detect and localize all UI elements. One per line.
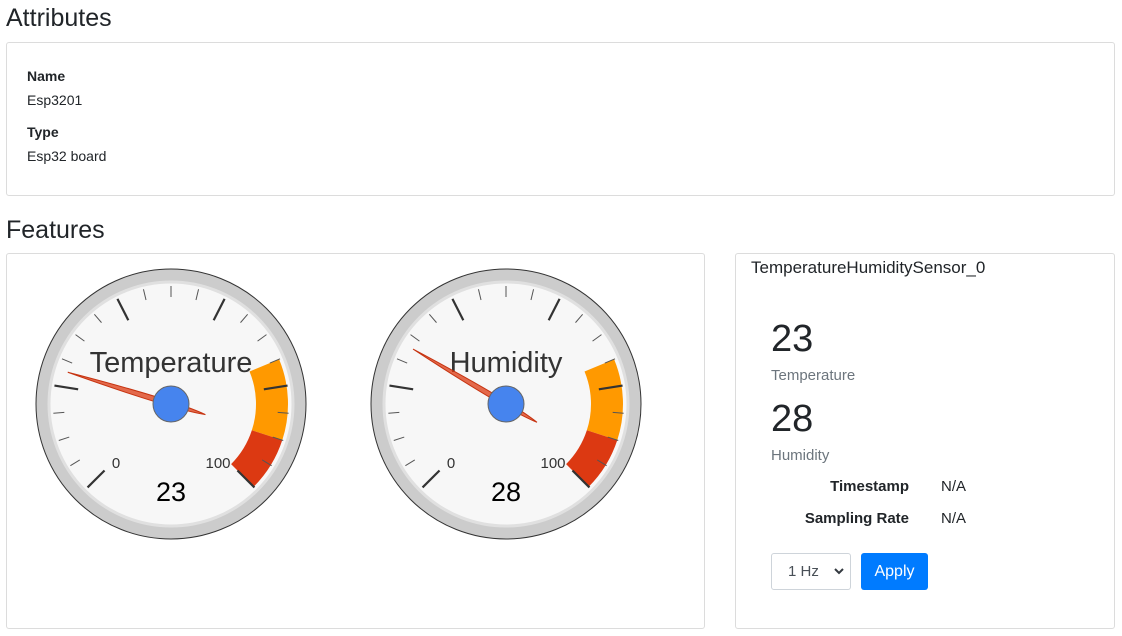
sensor-card: TemperatureHumiditySensor_0 23 Temperatu… — [735, 253, 1115, 629]
gauge-title: Humidity — [450, 347, 563, 379]
type-value: Esp32 board — [27, 148, 107, 164]
temperature-gauge: Temperature 0 100 23 — [35, 268, 307, 540]
features-heading: Features — [6, 216, 105, 244]
gauge-value-label: 28 — [491, 477, 521, 507]
gauge-min-label: 0 — [447, 455, 455, 472]
sampling-rate-select[interactable]: 1 Hz — [771, 553, 851, 590]
chevron-down-icon — [834, 568, 844, 575]
timestamp-value: N/A — [941, 478, 967, 495]
humidity-reading-label: Humidity — [771, 447, 830, 464]
gauge-value-label: 23 — [156, 477, 186, 507]
gauge-max-label: 100 — [205, 455, 230, 472]
gauge-hub — [152, 385, 190, 423]
apply-button[interactable]: Apply — [861, 553, 928, 590]
attributes-heading: Attributes — [6, 4, 112, 32]
attributes-card: Name Esp3201 Type Esp32 board — [6, 42, 1115, 196]
sampling-rate-select-value: 1 Hz — [788, 563, 819, 580]
name-value: Esp3201 — [27, 92, 83, 108]
temperature-reading-label: Temperature — [771, 367, 856, 384]
humidity-gauge: Humidity 0 100 28 — [370, 268, 642, 540]
temperature-reading-value: 23 — [771, 318, 814, 360]
sampling-rate-label: Sampling Rate — [804, 510, 909, 527]
name-label: Name — [27, 68, 66, 84]
gauge-hub — [487, 385, 525, 423]
gauge-title: Temperature — [90, 347, 253, 379]
gauges-card: Temperature 0 100 23 Humidity 0 100 28 — [6, 253, 705, 629]
gauge-max-label: 100 — [540, 455, 565, 472]
sampling-rate-value: N/A — [941, 510, 967, 527]
timestamp-label: Timestamp — [830, 478, 909, 495]
humidity-reading-value: 28 — [771, 398, 814, 440]
type-label: Type — [27, 124, 59, 140]
sensor-title: TemperatureHumiditySensor_0 — [751, 258, 986, 277]
gauge-min-label: 0 — [112, 455, 120, 472]
